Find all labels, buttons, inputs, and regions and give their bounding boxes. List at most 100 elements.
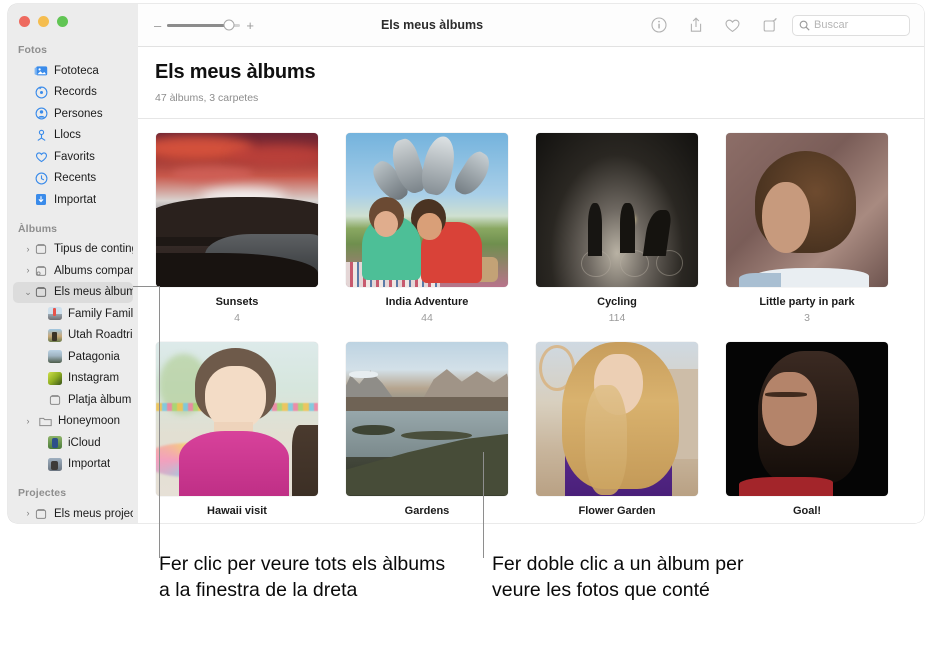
sidebar-item-label: Importat (54, 193, 97, 206)
chevron-right-icon[interactable]: › (23, 416, 33, 426)
minimize-button[interactable] (38, 15, 49, 27)
sidebar-item-instagram[interactable]: Instagram (13, 368, 133, 390)
chevron-right-icon[interactable]: › (23, 244, 33, 254)
album-item[interactable]: Sunsets 4 (156, 132, 318, 324)
album-title: Flower Garden (578, 504, 656, 517)
sidebar-item-label: Patagonia (68, 350, 120, 363)
album-photo-count: 3 (804, 311, 810, 324)
album-title: India Adventure (385, 295, 469, 308)
album-thumbnail[interactable] (536, 341, 698, 496)
album-photo-count: 114 (608, 311, 626, 324)
sidebar-item-icloud[interactable]: iCloud (13, 432, 133, 454)
sidebar-item-els-meus-projectes[interactable]: › Els meus projectes (13, 503, 134, 523)
sidebar-item-label: Importat (68, 458, 111, 471)
search-box[interactable] (792, 14, 910, 36)
chevron-right-icon[interactable]: › (23, 509, 33, 518)
sidebar-item-recents[interactable]: Recents (13, 168, 133, 190)
callout-leader-line-horizontal-1 (133, 286, 160, 287)
sidebar-item-els-meus-albums[interactable]: ⌄ Els meus àlbums (13, 281, 133, 303)
zoom-button[interactable] (57, 15, 68, 27)
window-title: Els meus àlbums (380, 18, 484, 32)
albums-content: Els meus àlbums 47 àlbums, 3 carpetes Su… (138, 47, 924, 523)
sidebar-item-label: Records (54, 86, 97, 99)
callout-text-1: Fer clic per veure tots els àlbums a la … (159, 553, 446, 601)
album-thumbnail[interactable] (156, 132, 318, 287)
sidebar-item-utah-roadtrip[interactable]: Utah Roadtrip (13, 325, 133, 347)
sidebar-item-platja-album[interactable]: Platja àlbum (13, 389, 133, 411)
memories-icon (33, 85, 49, 99)
album-item[interactable]: Little party in park 3 (726, 132, 888, 324)
sidebar-item-label: iCloud (68, 436, 101, 449)
photo-thumb-instagram-icon (47, 371, 63, 385)
sidebar-item-persones[interactable]: Persones (13, 103, 133, 125)
sidebar-item-llocs[interactable]: Llocs (13, 125, 133, 147)
heart-icon (33, 150, 49, 164)
album-thumbnail[interactable] (346, 132, 508, 287)
album-icon (33, 285, 49, 299)
sidebar-item-label: Fototeca (54, 64, 99, 77)
album-item[interactable]: Cycling 114 (536, 132, 698, 324)
night-cyclists-image (536, 132, 698, 287)
chevron-right-icon[interactable]: › (23, 266, 33, 275)
sidebar-item-albums-compartits[interactable]: › Àlbums compartits (13, 260, 134, 282)
sidebar-item-importat-album[interactable]: Importat (13, 454, 133, 476)
main-area: – + Els meus àlbums Buscar Els meus àlbu… (138, 4, 924, 523)
album-item[interactable]: Goal! 12 (726, 341, 888, 523)
sidebar-item-tipus-de-contingut[interactable]: › Tipus de contingut (13, 239, 134, 261)
album-icon (33, 507, 49, 521)
album-thumbnail[interactable] (156, 341, 318, 496)
sidebar-item-patagonia[interactable]: Patagonia (13, 346, 133, 368)
album-thumbnail[interactable] (536, 132, 698, 287)
page-title: Els meus àlbums (155, 61, 316, 83)
sidebar-item-label: Recents (54, 172, 97, 185)
rotate-icon[interactable] (761, 17, 778, 34)
zoom-slider-knob[interactable] (223, 19, 235, 31)
folder-icon (37, 414, 53, 428)
import-icon (33, 193, 49, 207)
album-thumbnail[interactable] (726, 341, 888, 496)
sidebar-item-honeymoon[interactable]: › Honeymoon (13, 411, 133, 433)
photos-app-window: Fotos Fototeca Records Persones Llocs Fa… (8, 4, 924, 523)
page-subtitle: 47 àlbums, 3 carpetes (155, 92, 259, 104)
curly-hair-woman-image (536, 341, 698, 496)
page-header: Els meus àlbums 47 àlbums, 3 carpetes (138, 47, 924, 112)
close-button[interactable] (19, 15, 30, 27)
search-input[interactable] (814, 19, 903, 31)
album-title: Little party in park (759, 295, 855, 308)
zoom-out-label[interactable]: – (154, 19, 161, 32)
sidebar-item-family-family[interactable]: Family Family... (13, 303, 133, 325)
sidebar-section-fotos: Fotos (18, 44, 48, 56)
album-title: Sunsets (215, 295, 259, 308)
album-item[interactable]: Hawaii visit 2 (156, 341, 318, 523)
album-item[interactable]: Flower Garden 8 (536, 341, 698, 524)
callout-text-2: Fer doble clic a un àlbum per veure les … (492, 553, 744, 601)
sidebar-item-favorits[interactable]: Favorits (13, 146, 133, 168)
sidebar-item-label: Utah Roadtrip (68, 329, 133, 342)
sidebar-item-importat[interactable]: Importat (13, 189, 133, 211)
toolbar-actions (650, 17, 778, 34)
photo-thumb-importat-icon (47, 457, 63, 471)
info-icon[interactable] (650, 17, 667, 34)
zoom-slider-track[interactable] (167, 19, 241, 31)
sidebar-item-label: Àlbums compartits (54, 264, 133, 277)
sidebar-item-fototeca[interactable]: Fototeca (13, 60, 133, 82)
album-title: Goal! (792, 504, 822, 517)
album-thumbnail[interactable] (726, 132, 888, 287)
heart-icon[interactable] (724, 17, 741, 34)
sidebar-section-projectes: Projectes (18, 487, 67, 499)
album-photo-count: 8 (536, 521, 698, 524)
sidebar-item-label: Family Family... (68, 307, 133, 320)
photos-library-icon (33, 64, 49, 78)
photo-thumb-utah-icon (47, 328, 63, 342)
woman-portrait-image (726, 132, 888, 287)
sunset-landscape-image (156, 132, 318, 287)
album-title: Cycling (597, 295, 637, 308)
chevron-down-icon[interactable]: ⌄ (23, 287, 33, 297)
album-icon (33, 242, 49, 256)
sidebar: Fotos Fototeca Records Persones Llocs Fa… (8, 4, 138, 523)
sidebar-item-records[interactable]: Records (13, 82, 133, 104)
sidebar-item-label: Favorits (54, 150, 95, 163)
share-icon[interactable] (687, 17, 704, 34)
album-item[interactable]: India Adventure 44 (346, 132, 508, 324)
album-photo-count: 4 (234, 311, 240, 324)
